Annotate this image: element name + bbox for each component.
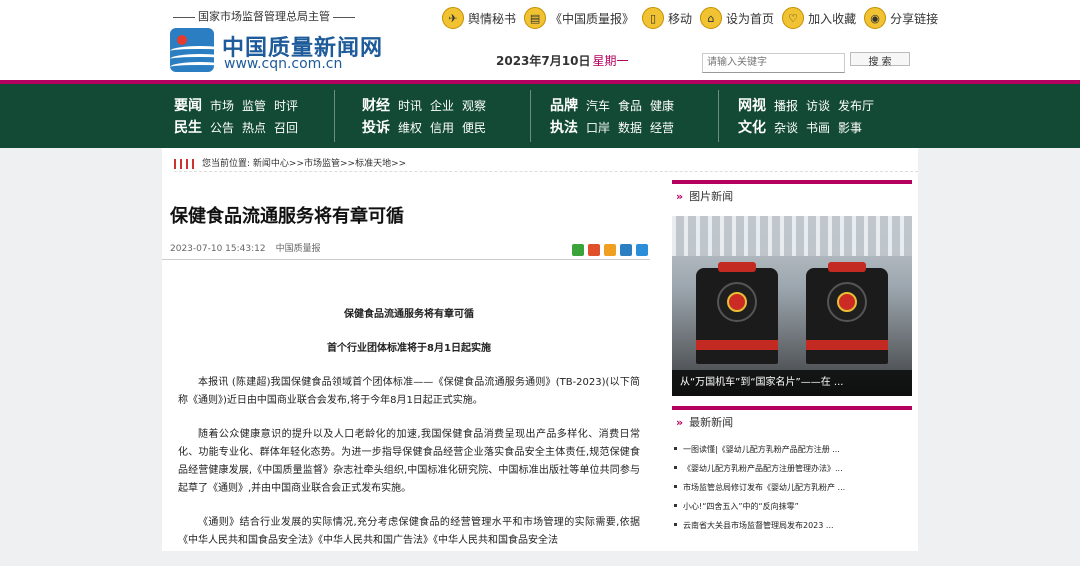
nav-item[interactable]: 时讯 [398,97,422,114]
nav-divider [334,90,335,142]
nav-item[interactable]: 数据 [618,119,642,136]
mobile-icon: ▯ [642,7,665,29]
sidebar: » 图片新闻 从“万国机车”到“国家名片”——在 ... » 最新新闻 一图读懂|《… [672,180,912,535]
search-button[interactable]: 搜 索 [850,52,910,68]
photo-news-header: » 图片新闻 [672,180,912,208]
main-content: 您当前位置: 新闻中心>>市场监管>>标准天地>> 保健食品流通服务将有章可循 … [162,148,918,551]
double-chevron-icon: » [676,415,684,429]
photo-news-image[interactable]: 从“万国机车”到“国家名片”——在 ... [672,216,912,396]
share-bar [568,244,648,256]
search-box: 搜 索 [702,50,910,73]
site-logo[interactable]: 国家市场监督管理总局主管 中国质量新闻网 www.cqn.com.cn [170,8,382,78]
nav-item[interactable]: 汽车 [586,97,610,114]
share-more-icon[interactable] [636,244,648,256]
share-renren-icon[interactable] [620,244,632,256]
toplink-homepage[interactable]: ⌂ 设为首页 [700,7,774,29]
nav-divider [530,90,531,142]
home-icon: ⌂ [700,7,723,29]
nav-item[interactable]: 监管 [242,97,266,114]
nav-item[interactable]: 发布厅 [838,97,874,114]
top-links: ✈ 舆情秘书 ▤ 《中国质量报》 ▯ 移动 ⌂ 设为首页 ♡ 加入收藏 ◉ 分享链接 [442,6,946,30]
nav-wenhua[interactable]: 文化 [738,117,766,137]
share-wechat-icon[interactable] [572,244,584,256]
photo-caption: 从“万国机车”到“国家名片”——在 ... [672,370,912,396]
nav-item[interactable]: 公告 [210,119,234,136]
toplink-favorite[interactable]: ♡ 加入收藏 [782,7,856,29]
article-paragraph: 本报讯 (陈建超)我国保健食品领域首个团体标准——《保健食品流通服务通则》(TB… [178,377,640,406]
article-subtitle: 保健食品流通服务将有章可循 [344,309,474,320]
nav-item[interactable]: 企业 [430,97,454,114]
main-nav: 要闻 市场 监管 时评 民生 公告 热点 召回 财经 时讯 企业 观察 投诉 维权 信用 便民 品牌 汽车… [0,84,1080,148]
nav-item[interactable]: 便民 [462,119,486,136]
article-meta: 2023-07-10 15:43:12 中国质量报 [170,241,321,254]
rss-icon: ◉ [864,7,887,29]
heart-icon: ♡ [782,7,805,29]
latest-news-header: » 最新新闻 [672,406,912,434]
nav-item[interactable]: 观察 [462,97,486,114]
locomotive-left [696,262,778,364]
current-date: 2023年7月10日 星期一 [496,54,629,68]
breadcrumb-marker-icon [174,158,194,169]
nav-item[interactable]: 经营 [650,119,674,136]
nav-item[interactable]: 信用 [430,119,454,136]
nav-minsheng[interactable]: 民生 [174,117,202,137]
nav-item[interactable]: 口岸 [586,119,610,136]
list-item[interactable]: 小心!“四舍五入”中的“反向抹零” [672,497,912,516]
nav-group-4: 网视 播报 访谈 发布厅 文化 杂谈 书画 影事 [738,94,882,138]
nav-item[interactable]: 播报 [774,97,798,114]
toplink-yuqing[interactable]: ✈ 舆情秘书 [442,7,516,29]
share-qzone-icon[interactable] [604,244,616,256]
slogan: 国家市场监督管理总局主管 [170,8,358,24]
list-item[interactable]: 云南省大关县市场监督管理局发布2023 ... [672,516,912,535]
nav-yaowen[interactable]: 要闻 [174,95,202,115]
breadcrumb: 您当前位置: 新闻中心>>市场监管>>标准天地>> [174,156,918,172]
newspaper-icon: ▤ [524,7,547,29]
logo-url: www.cqn.com.cn [224,56,343,72]
article-source: 中国质量报 [275,244,321,254]
nav-item[interactable]: 市场 [210,97,234,114]
nav-caijing[interactable]: 财经 [362,95,390,115]
nav-item[interactable]: 影事 [838,119,862,136]
nav-item[interactable]: 食品 [618,97,642,114]
nav-group-2: 财经 时讯 企业 观察 投诉 维权 信用 便民 [362,94,494,138]
nav-divider [718,90,719,142]
share-weibo-icon[interactable] [588,244,600,256]
nav-group-1: 要闻 市场 监管 时评 民生 公告 热点 召回 [174,94,306,138]
title-divider [162,259,650,260]
megaphone-icon: ✈ [442,7,464,29]
article-title: 保健食品流通服务将有章可循 [170,206,404,227]
article-datetime: 2023-07-10 15:43:12 [170,244,266,254]
toplink-share[interactable]: ◉ 分享链接 [864,7,938,29]
latest-news-list: 一图读懂|《婴幼儿配方乳粉产品配方注册 ... 《婴幼儿配方乳粉产品配方注册管理… [672,440,912,535]
locomotive-right [806,262,888,364]
list-item[interactable]: 《婴幼儿配方乳粉产品配方注册管理办法》... [672,459,912,478]
list-item[interactable]: 市场监管总局修订发布《婴幼儿配方乳粉产 ... [672,478,912,497]
logo-icon [170,28,214,72]
toplink-mobile[interactable]: ▯ 移动 [642,7,692,29]
nav-item[interactable]: 杂谈 [774,119,798,136]
breadcrumb-path[interactable]: 新闻中心>>市场监管>>标准天地>> [253,159,406,169]
site-header: 国家市场监督管理总局主管 中国质量新闻网 www.cqn.com.cn ✈ 舆情秘… [0,0,1080,80]
nav-wangshi[interactable]: 网视 [738,95,766,115]
nav-item[interactable]: 热点 [242,119,266,136]
article-paragraph: 随着公众健康意识的提升以及人口老龄化的加速,我国保健食品消费呈现出产品多样化、消… [178,429,640,494]
nav-item[interactable]: 召回 [274,119,298,136]
article-paragraph: 《通则》结合行业发展的实际情况,充分考虑保健食品的经营管理水平和市场管理的实际需… [178,517,640,546]
nav-item[interactable]: 维权 [398,119,422,136]
nav-item[interactable]: 访谈 [806,97,830,114]
nav-zhifa[interactable]: 执法 [550,117,578,137]
nav-tousu[interactable]: 投诉 [362,117,390,137]
nav-item[interactable]: 书画 [806,119,830,136]
double-chevron-icon: » [676,189,684,203]
nav-item[interactable]: 时评 [274,97,298,114]
toplink-newspaper[interactable]: ▤ 《中国质量报》 [524,7,634,29]
nav-pinpai[interactable]: 品牌 [550,95,578,115]
search-input[interactable] [702,52,845,73]
nav-item[interactable]: 健康 [650,97,674,114]
article-subtitle-2: 首个行业团体标准将于8月1日起实施 [327,343,491,354]
list-item[interactable]: 一图读懂|《婴幼儿配方乳粉产品配方注册 ... [672,440,912,459]
article-body: 保健食品流通服务将有章可循 首个行业团体标准将于8月1日起实施 本报讯 (陈建超… [178,306,640,566]
nav-group-3: 品牌 汽车 食品 健康 执法 口岸 数据 经营 [550,94,682,138]
